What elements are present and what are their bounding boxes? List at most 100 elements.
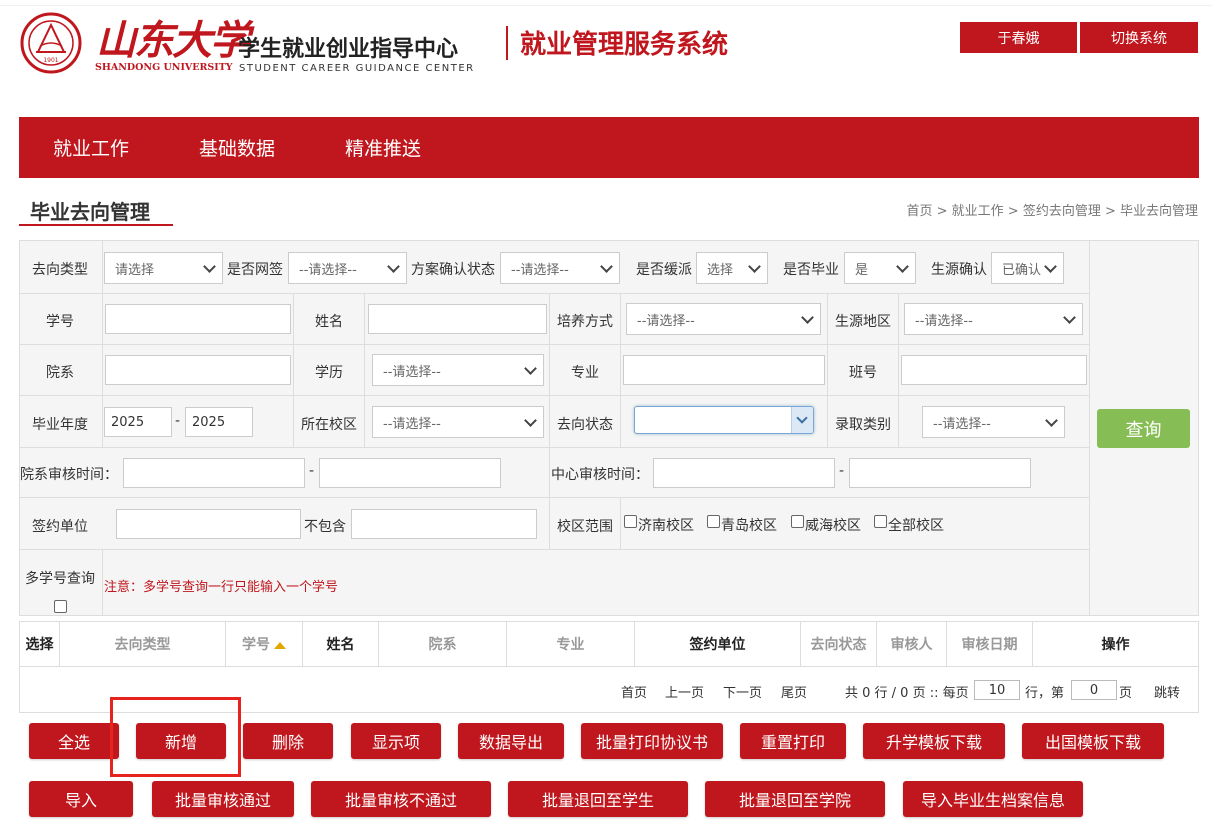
class-label: 班号 [849, 365, 877, 381]
source-confirm-select[interactable]: 已确认 [991, 252, 1064, 284]
major-input[interactable] [623, 355, 825, 385]
education-select[interactable]: --请选择-- [372, 354, 544, 386]
batch-approve-button[interactable]: 批量审核通过 [152, 781, 294, 817]
filter-row-3: 院系 学历 --请选择-- 专业 班号 [20, 345, 1089, 396]
seal-year: 1901 [43, 57, 58, 64]
import-button[interactable]: 导入 [29, 781, 133, 817]
delete-button[interactable]: 删除 [243, 723, 333, 759]
chevron-down-icon [203, 260, 216, 273]
department-label: 院系 [46, 365, 74, 381]
nav-item-precise-push[interactable]: 精准推送 [345, 134, 421, 161]
batch-reject-button[interactable]: 批量审核不通过 [311, 781, 491, 817]
center-review-time-start[interactable] [653, 458, 835, 488]
multi-id-note: 注意：多学号查询一行只能输入一个学号 [104, 580, 339, 595]
class-input[interactable] [901, 355, 1087, 385]
multi-id-checkbox[interactable] [54, 600, 67, 613]
center-review-time-label: 中心审核时间： [551, 467, 649, 483]
grad-year-separator: - [175, 413, 181, 429]
batch-return-student-button[interactable]: 批量退回至学生 [508, 781, 688, 817]
col-major[interactable]: 专业 [507, 622, 635, 666]
nav-item-basic-data[interactable]: 基础数据 [199, 134, 275, 161]
department-input[interactable] [105, 355, 291, 385]
center-review-time-end[interactable] [849, 458, 1031, 488]
chevron-down-icon [1045, 414, 1058, 427]
admission-type-label: 录取类别 [835, 417, 891, 433]
source-region-label: 生源地区 [835, 314, 891, 330]
select-all-button[interactable]: 全选 [29, 723, 119, 759]
col-student-id[interactable]: 学号 [226, 622, 303, 666]
pager-first[interactable]: 首页 [621, 682, 647, 701]
page-title: 毕业去向管理 [30, 200, 150, 224]
sign-unit-input[interactable] [116, 509, 301, 539]
campus-qingdao-checkbox[interactable] [707, 515, 720, 528]
campus-weihai-checkbox[interactable] [791, 515, 804, 528]
query-button[interactable]: 查询 [1097, 409, 1190, 448]
dept-review-time-start[interactable] [123, 458, 305, 488]
col-destination-status[interactable]: 去向状态 [801, 622, 877, 666]
filter-row-7: 多学号查询 注意：多学号查询一行只能输入一个学号 [20, 550, 1089, 615]
exclude-input[interactable] [351, 509, 537, 539]
pager-prev[interactable]: 上一页 [665, 682, 704, 701]
defer-label: 是否缓派 [636, 262, 692, 278]
admission-type-select[interactable]: --请选择-- [922, 406, 1065, 438]
online-sign-select[interactable]: --请选择-- [288, 252, 407, 284]
import-graduate-archive-button[interactable]: 导入毕业生档案信息 [903, 781, 1083, 817]
university-seal-icon: 1901 [20, 12, 82, 74]
campus-jinan-checkbox[interactable] [624, 515, 637, 528]
pager-next[interactable]: 下一页 [723, 682, 762, 701]
destination-status-select[interactable] [634, 406, 814, 434]
col-review-date[interactable]: 审核日期 [947, 622, 1033, 666]
graduated-select[interactable]: 是 [844, 252, 916, 284]
campus-all-checkbox[interactable] [874, 515, 887, 528]
col-sign-unit[interactable]: 签约单位 [635, 622, 801, 666]
campus-qingdao-label: 青岛校区 [721, 518, 777, 534]
col-name[interactable]: 姓名 [303, 622, 379, 666]
pager-rows-sep: 行，第 [1025, 686, 1065, 701]
col-department[interactable]: 院系 [379, 622, 507, 666]
chevron-down-icon [796, 412, 808, 424]
chevron-down-icon [387, 260, 400, 273]
page-number-input[interactable]: 0 [1071, 680, 1117, 700]
col-reviewer[interactable]: 审核人 [877, 622, 947, 666]
defer-select[interactable]: 选择 [696, 252, 768, 284]
source-confirm-label: 生源确认 [931, 262, 987, 278]
grad-year-label: 毕业年度 [32, 417, 88, 433]
nav-item-employment-work[interactable]: 就业工作 [53, 134, 129, 161]
grad-year-to-input[interactable]: 2025 [185, 407, 253, 437]
student-id-input[interactable] [105, 304, 291, 334]
breadcrumb[interactable]: 首页 > 就业工作 > 签约去向管理 > 毕业去向管理 [907, 200, 1198, 219]
reset-print-button[interactable]: 重置打印 [740, 723, 846, 759]
plan-status-select[interactable]: --请选择-- [500, 252, 620, 284]
user-name-button[interactable]: 于春娥 [960, 22, 1077, 53]
col-select[interactable]: 选择 [20, 622, 60, 666]
graduated-label: 是否毕业 [783, 262, 839, 278]
title-underline [19, 224, 173, 226]
col-actions: 操作 [1101, 637, 1130, 653]
source-region-select[interactable]: --请选择-- [904, 303, 1083, 335]
switch-system-button[interactable]: 切换系统 [1080, 22, 1198, 53]
multi-id-label: 多学号查询 [25, 571, 95, 587]
pager-last[interactable]: 尾页 [781, 682, 807, 701]
filter-row-1: 去向类型 请选择 是否网签 --请选择-- 方案确认状态 --请选择-- 是否缓… [20, 241, 1089, 294]
student-id-label: 学号 [46, 314, 74, 330]
batch-return-college-button[interactable]: 批量退回至学院 [705, 781, 885, 817]
overseas-template-button[interactable]: 出国模板下载 [1022, 723, 1164, 759]
main-nav: 就业工作 基础数据 精准推送 [19, 117, 1199, 178]
display-columns-button[interactable]: 显示项 [351, 723, 441, 759]
grad-year-from-input[interactable]: 2025 [104, 407, 172, 437]
batch-print-agreement-button[interactable]: 批量打印协议书 [581, 723, 723, 759]
campus-select[interactable]: --请选择-- [372, 406, 544, 438]
sign-unit-label: 签约单位 [32, 519, 88, 535]
col-type[interactable]: 去向类型 [60, 622, 226, 666]
university-logo-en: SHANDONG UNIVERSITY [95, 62, 233, 73]
type-select[interactable]: 请选择 [104, 252, 223, 284]
exclude-label: 不包含 [304, 519, 346, 535]
training-mode-select[interactable]: --请选择-- [626, 303, 821, 335]
name-input[interactable] [368, 304, 547, 334]
pager-jump[interactable]: 跳转 [1154, 682, 1180, 701]
page-size-input[interactable]: 10 [974, 680, 1020, 700]
export-data-button[interactable]: 数据导出 [458, 723, 564, 759]
type-label: 去向类型 [32, 262, 88, 278]
dept-review-time-end[interactable] [319, 458, 501, 488]
further-study-template-button[interactable]: 升学模板下载 [863, 723, 1005, 759]
